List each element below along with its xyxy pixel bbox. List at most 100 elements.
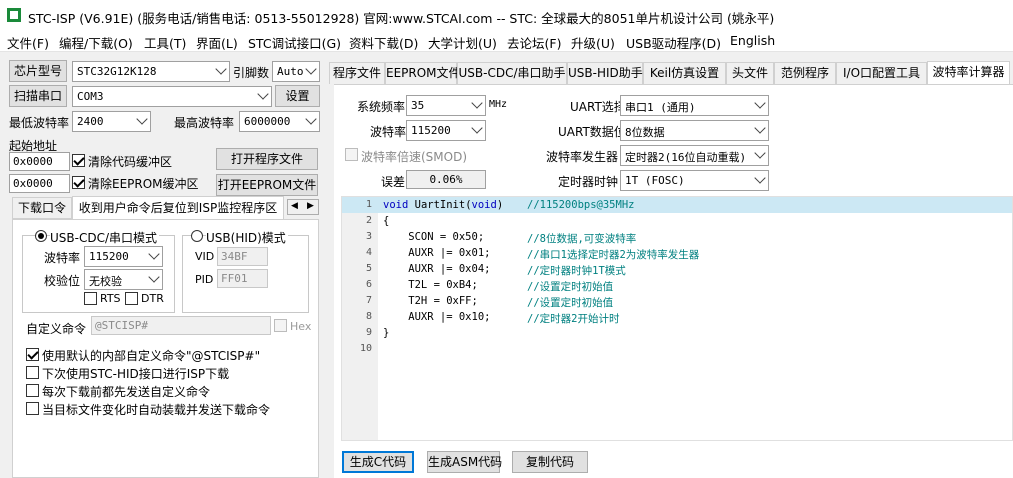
pins-select[interactable]: Auto — [272, 61, 320, 82]
line-number: 10 — [359, 343, 372, 354]
code-keyword: void — [383, 199, 409, 211]
max-baud-select[interactable]: 6000000 — [239, 111, 320, 132]
error-value: 0.06% — [406, 170, 486, 189]
chevron-down-icon — [148, 248, 160, 260]
menu-tools[interactable]: 工具(T) — [144, 33, 186, 52]
rts-checkbox[interactable] — [84, 292, 97, 305]
port-select[interactable]: COM3 — [72, 86, 272, 107]
right-tab-bar: 程序文件 EEPROM文件 USB-CDC/串口助手 USB-HID助手 Kei… — [329, 61, 1013, 85]
eeprom-address-input[interactable]: 0x0000 — [9, 174, 70, 193]
tab-usb-cdc-assistant[interactable]: USB-CDC/串口助手 — [457, 62, 567, 84]
min-baud-label: 最低波特率 — [9, 116, 70, 130]
tab-header-file[interactable]: 头文件 — [726, 62, 774, 84]
option-checkbox-4[interactable] — [26, 402, 39, 415]
parity-select[interactable]: 无校验 — [84, 269, 163, 290]
open-eeprom-file-button[interactable]: 打开EEPROM文件 — [216, 174, 318, 196]
uart-bits-select[interactable]: 8位数据 — [620, 120, 769, 141]
chevron-down-icon — [471, 97, 483, 109]
menu-docs[interactable]: 资料下载(D) — [349, 33, 418, 52]
custom-command-input[interactable]: @STCISP# — [91, 316, 271, 335]
pid-input[interactable]: FF01 — [217, 269, 268, 288]
line-number: 8 — [365, 311, 372, 322]
tab-reset-to-isp[interactable]: 收到用户命令后复位到ISP监控程序区 — [72, 196, 284, 220]
hex-label: Hex — [290, 320, 312, 333]
min-baud-select[interactable]: 2400 — [72, 111, 151, 132]
chevron-down-icon — [471, 122, 483, 134]
tab-eeprom-file[interactable]: EEPROM文件 — [385, 62, 461, 84]
uart-select-value: 串口1 (通用) — [625, 101, 696, 114]
baud-value: 115200 — [89, 250, 129, 263]
chevron-down-icon — [754, 172, 766, 184]
chevron-right-icon[interactable]: ▶ — [307, 201, 314, 211]
usb-cdc-radio[interactable] — [35, 230, 47, 242]
hex-checkbox[interactable] — [274, 319, 287, 332]
chevron-left-icon[interactable]: ◀ — [291, 201, 298, 211]
uart-select[interactable]: 串口1 (通用) — [620, 95, 769, 116]
code-comment: //设置定时初始值 — [527, 297, 614, 309]
open-program-file-button[interactable]: 打开程序文件 — [216, 148, 318, 170]
baud-gen-select[interactable]: 定时器2(16位自动重载) — [620, 145, 769, 166]
tab-baud-calculator[interactable]: 波特率计算器 — [927, 61, 1010, 85]
code-line: AUXR |= 0x10; — [383, 311, 491, 323]
menu-program[interactable]: 编程/下载(O) — [59, 33, 133, 52]
menu-debug[interactable]: STC调试接口(G) — [248, 33, 341, 52]
sysfreq-select[interactable]: 35 — [406, 95, 486, 116]
clear-eeprom-label: 清除EEPROM缓冲区 — [88, 177, 199, 191]
tab-program-file[interactable]: 程序文件 — [329, 62, 385, 84]
menu-upgrade[interactable]: 升级(U) — [571, 33, 615, 52]
option-checkbox-1[interactable] — [26, 348, 39, 361]
app-icon — [7, 8, 21, 22]
chip-model-select[interactable]: STC32G12K128 — [72, 61, 230, 82]
option-checkbox-3[interactable] — [26, 384, 39, 397]
menu-interface[interactable]: 界面(L) — [196, 33, 238, 52]
tab-usb-hid-assistant[interactable]: USB-HID助手 — [567, 62, 643, 84]
pid-label: PID — [195, 273, 214, 286]
scan-port-button[interactable]: 扫描串口 — [9, 85, 67, 107]
timer-clock-select[interactable]: 1T (FOSC) — [620, 170, 769, 191]
calc-baud-select[interactable]: 115200 — [406, 120, 486, 141]
option-checkbox-2[interactable] — [26, 366, 39, 379]
tab-examples[interactable]: 范例程序 — [774, 62, 836, 84]
timer-clock-label: 定时器时钟 — [558, 175, 619, 189]
code-line: } — [383, 327, 390, 339]
tab-download-password[interactable]: 下载口令 — [12, 197, 72, 219]
menu-file[interactable]: 文件(F) — [7, 33, 49, 52]
menu-usb-driver[interactable]: USB驱动程序(D) — [626, 33, 721, 52]
usb-hid-radio[interactable] — [191, 230, 203, 242]
settings-button[interactable]: 设置 — [275, 85, 320, 107]
baud-double-checkbox[interactable] — [345, 148, 358, 161]
window-title: STC-ISP (V6.91E) (服务电话/销售电话: 0513-550129… — [28, 11, 775, 26]
option-label-2: 下次使用STC-HID接口进行ISP下载 — [42, 367, 230, 381]
menu-university[interactable]: 大学计划(U) — [428, 33, 497, 52]
clear-eeprom-checkbox[interactable] — [72, 176, 85, 189]
tab-keil-settings[interactable]: Keil仿真设置 — [643, 62, 726, 84]
code-comment: //设置定时初始值 — [527, 281, 614, 293]
clear-code-label: 清除代码缓冲区 — [88, 155, 173, 169]
menu-english[interactable]: English — [730, 33, 775, 48]
option-label-4: 当目标文件变化时自动装载并发送下载命令 — [42, 403, 271, 417]
tab-io-config[interactable]: I/O口配置工具 — [836, 62, 927, 84]
chevron-down-icon — [754, 122, 766, 134]
generate-c-code-button[interactable]: 生成C代码 — [342, 451, 414, 473]
code-address-input[interactable]: 0x0000 — [9, 152, 70, 171]
baud-gen-value: 定时器2(16位自动重载) — [625, 151, 747, 164]
sysfreq-label: 系统频率 — [357, 100, 406, 114]
baud-select[interactable]: 115200 — [84, 246, 163, 267]
generate-asm-code-button[interactable]: 生成ASM代码 — [427, 451, 502, 473]
usb-hid-label: USB(HID)模式 — [206, 229, 288, 246]
rts-label: RTS — [100, 292, 121, 305]
menu-forum[interactable]: 去论坛(F) — [507, 33, 561, 52]
custom-command-label: 自定义命令 — [26, 322, 87, 336]
min-baud-value: 2400 — [77, 115, 104, 128]
dtr-checkbox[interactable] — [125, 292, 138, 305]
option-label-3: 每次下载前都先发送自定义命令 — [42, 385, 211, 399]
chip-model-label: 芯片型号 — [9, 60, 67, 82]
uart-bits-value: 8位数据 — [625, 126, 665, 139]
menu-bar: 文件(F) 编程/下载(O) 工具(T) 界面(L) STC调试接口(G) 资料… — [0, 30, 1013, 52]
calc-baud-value: 115200 — [411, 124, 451, 137]
copy-code-button[interactable]: 复制代码 — [512, 451, 588, 473]
chevron-down-icon — [754, 147, 766, 159]
vid-input[interactable]: 34BF — [217, 247, 268, 266]
clear-code-checkbox[interactable] — [72, 154, 85, 167]
code-editor[interactable]: 1 2 3 4 5 6 7 8 9 10 void UartInit(void)… — [341, 196, 1013, 441]
